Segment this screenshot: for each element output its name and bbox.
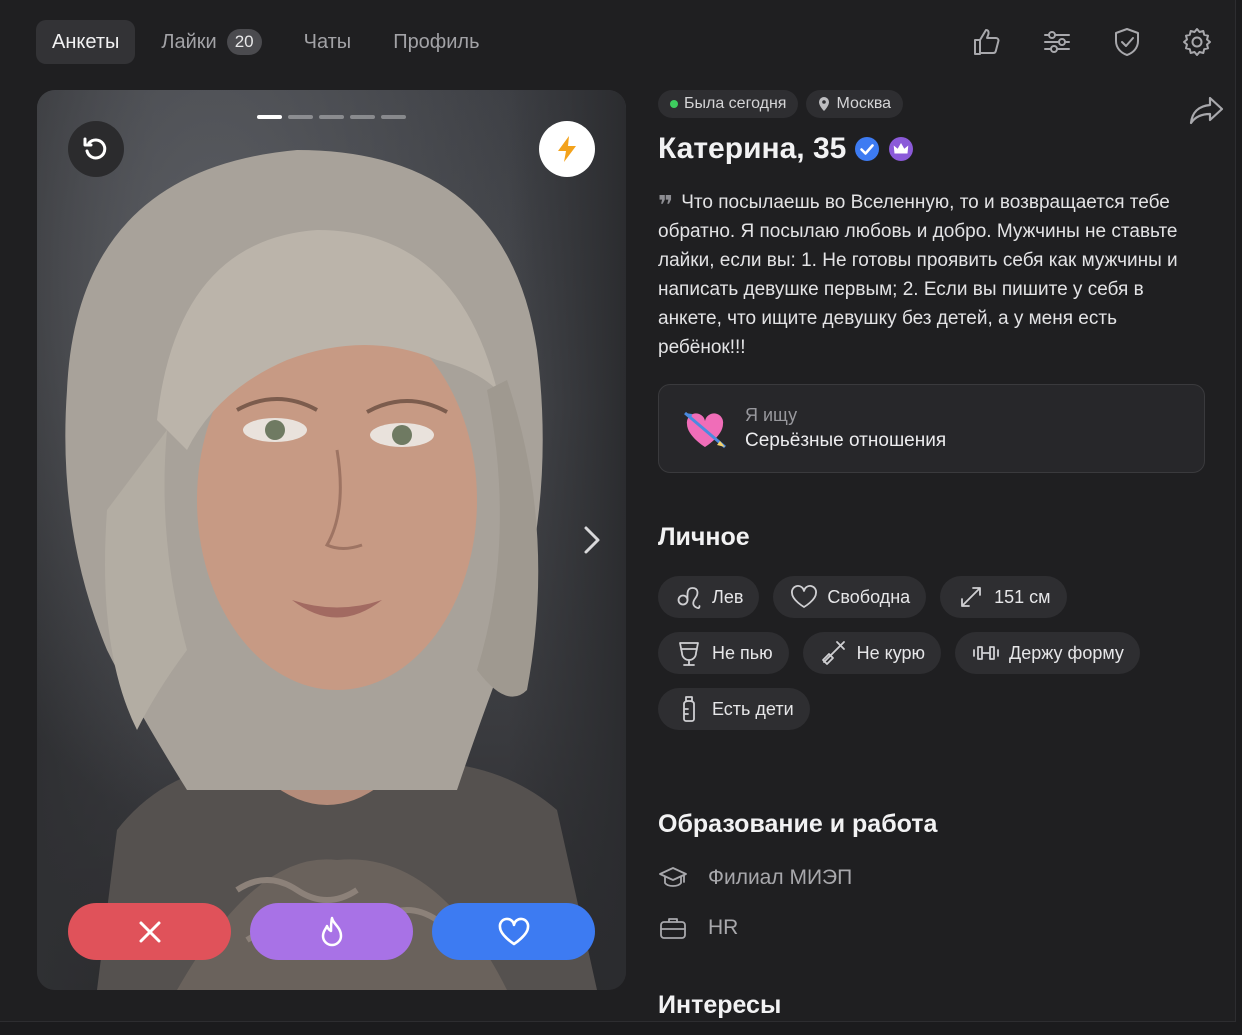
heart-outline-icon <box>791 585 818 608</box>
tag-children: Есть дети <box>658 688 810 730</box>
online-status-text: Была сегодня <box>684 95 787 112</box>
swipe-actions <box>68 903 595 960</box>
tab-label: Профиль <box>393 30 480 53</box>
likes-count-badge: 20 <box>226 29 262 55</box>
close-icon <box>139 921 160 942</box>
premium-crown-icon <box>889 137 914 161</box>
thumbs-up-icon[interactable] <box>969 22 1005 62</box>
location-pin-icon <box>819 97 830 111</box>
looking-for-value: Серьёзные отношения <box>745 430 947 451</box>
looking-for-label: Я ищу <box>745 405 798 425</box>
app-window: Анкеты Лайки 20 Чаты Профиль Была сегодн… <box>0 0 1236 1022</box>
verified-badge-icon <box>855 137 880 161</box>
bio: ❞ Что посылаешь во Вселенную, то и возвра… <box>658 188 1198 362</box>
top-nav: Анкеты Лайки 20 Чаты Профиль <box>36 20 496 64</box>
tag-smoking: Не курю <box>802 632 942 674</box>
pager-dot[interactable] <box>381 115 406 119</box>
fire-icon <box>321 916 342 946</box>
profile-photo <box>65 150 597 990</box>
work-item: HR <box>658 903 1206 953</box>
heart-arrow-icon <box>684 411 726 448</box>
education-section-title: Образование и работа <box>658 810 938 838</box>
pager-dot[interactable] <box>288 115 313 119</box>
pager-dot[interactable] <box>257 115 282 119</box>
rewind-button[interactable] <box>68 121 124 177</box>
looking-for-card: Я ищу Серьёзные отношения <box>658 384 1205 473</box>
education-list: Филиал МИЭП HR <box>658 853 1206 953</box>
sliders-icon[interactable] <box>1039 22 1075 62</box>
job-title: HR <box>708 916 739 939</box>
tag-label: Лев <box>712 586 744 607</box>
personal-section-title: Личное <box>658 523 750 551</box>
tag-label: Не пью <box>712 642 773 663</box>
share-icon[interactable] <box>1188 94 1226 126</box>
tab-chats[interactable]: Чаты <box>288 20 368 64</box>
nav-icons <box>969 22 1215 62</box>
tag-label: Свободна <box>827 586 911 607</box>
city-chip: Москва <box>806 90 904 118</box>
like-button[interactable] <box>432 903 595 960</box>
online-dot <box>670 100 678 108</box>
interests-section-title: Интересы <box>658 991 782 1019</box>
heart-icon <box>498 917 529 945</box>
dumbbell-icon <box>973 646 999 660</box>
dislike-button[interactable] <box>68 903 231 960</box>
tag-label: 151 см <box>994 586 1051 607</box>
tab-label: Чаты <box>303 30 352 53</box>
tag-height: 151 см <box>940 576 1067 618</box>
bio-text: Что посылаешь во Вселенную, то и возвращ… <box>658 192 1178 358</box>
tag-label: Держу форму <box>1009 642 1124 663</box>
tag-relationship: Свободна <box>773 576 927 618</box>
height-icon <box>961 587 982 607</box>
profile-meta: Была сегодня Москва <box>658 90 1206 118</box>
glass-icon <box>679 642 699 666</box>
rewind-icon <box>83 137 107 160</box>
briefcase-icon <box>660 918 686 939</box>
education-item: Филиал МИЭП <box>658 853 1206 903</box>
tab-label: Лайки <box>161 30 217 53</box>
leo-icon <box>677 587 701 609</box>
profile-details: Была сегодня Москва Катерина, 35 ❞ Что по… <box>658 90 1224 1020</box>
graduation-cap-icon <box>659 867 687 887</box>
next-photo-chevron-icon[interactable] <box>580 523 604 557</box>
school-name: Филиал МИЭП <box>708 866 853 889</box>
tag-label: Есть дети <box>712 698 794 719</box>
gear-icon[interactable] <box>1179 22 1215 62</box>
baby-bottle-icon <box>683 696 695 722</box>
tab-likes[interactable]: Лайки 20 <box>145 20 277 64</box>
lightning-icon <box>558 136 576 162</box>
tag-zodiac: Лев <box>658 576 760 618</box>
pager-dot[interactable] <box>350 115 375 119</box>
tab-label: Анкеты <box>52 30 120 53</box>
tab-profile[interactable]: Профиль <box>377 20 495 64</box>
boost-button[interactable] <box>539 121 595 177</box>
online-status-chip: Была сегодня <box>658 90 799 118</box>
quote-icon: ❞ <box>658 190 674 220</box>
tag-label: Не курю <box>856 642 926 663</box>
looking-for-text: Я ищу Серьёзные отношения <box>745 405 946 452</box>
personal-tags: Лев Свободна 151 см Не пью Не курю Держу… <box>658 576 1206 730</box>
shield-check-icon[interactable] <box>1109 22 1145 62</box>
name-row: Катерина, 35 <box>658 132 1206 166</box>
super-like-button[interactable] <box>250 903 413 960</box>
no-smoking-icon <box>821 641 845 665</box>
pager-dot[interactable] <box>319 115 344 119</box>
tag-fitness: Держу форму <box>955 632 1140 674</box>
tag-alcohol: Не пью <box>658 632 789 674</box>
tab-profiles[interactable]: Анкеты <box>36 20 136 64</box>
photo-pager <box>257 115 406 119</box>
city-text: Москва <box>836 95 892 112</box>
profile-name: Катерина, 35 <box>658 132 847 165</box>
profile-photo-card[interactable] <box>37 90 626 990</box>
